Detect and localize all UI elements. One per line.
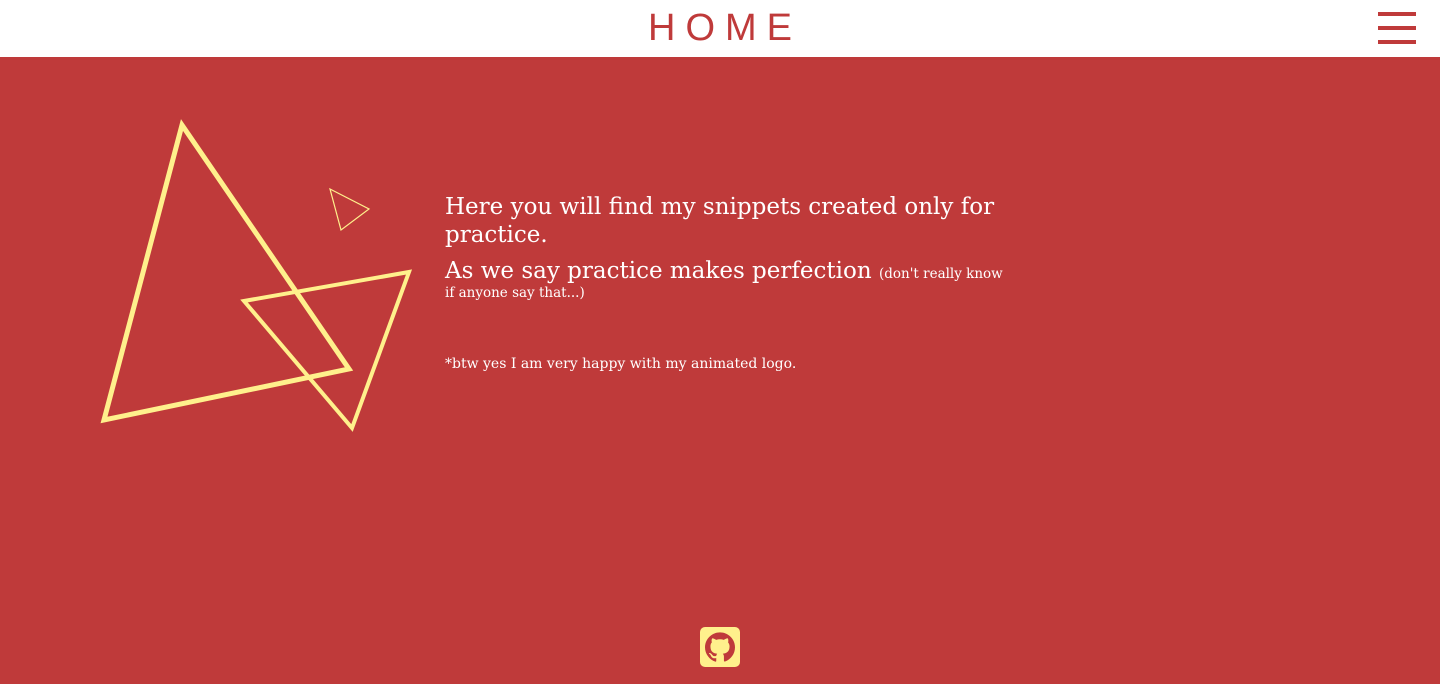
large-triangle (100, 119, 354, 424)
menu-bar-bottom (1378, 40, 1416, 44)
hamburger-menu-icon[interactable] (1378, 12, 1416, 46)
intro-text-block: Here you will find my snippets created o… (445, 193, 1005, 373)
main-content-area: Here you will find my snippets created o… (0, 57, 1440, 684)
motto-paragraph: As we say practice makes perfection (don… (445, 260, 1005, 302)
menu-bar-top (1378, 12, 1416, 16)
menu-bar-middle (1378, 26, 1416, 30)
animated-triangles-logo (100, 119, 413, 432)
small-triangle (329, 187, 371, 232)
intro-paragraph: Here you will find my snippets created o… (445, 194, 995, 248)
page-title: HOME (648, 7, 802, 49)
github-icon (705, 632, 735, 662)
github-link[interactable] (700, 627, 740, 667)
motto-text: As we say practice makes perfection (445, 258, 872, 284)
medium-triangle (240, 269, 413, 432)
note-paragraph: *btw yes I am very happy with my animate… (445, 356, 797, 372)
top-navigation-bar: HOME (0, 0, 1440, 57)
